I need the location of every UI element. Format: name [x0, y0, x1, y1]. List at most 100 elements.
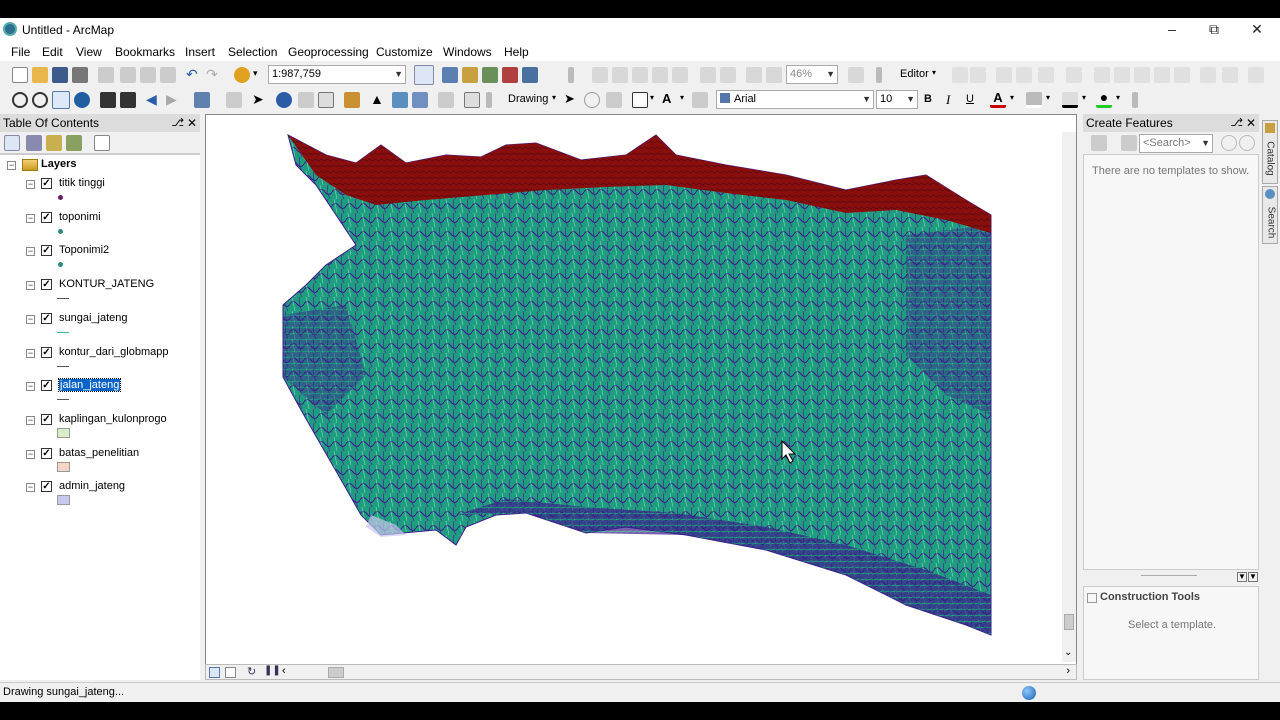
collapse-icon[interactable]: −: [26, 449, 35, 459]
trace-icon[interactable]: [1038, 67, 1054, 83]
menu-selection[interactable]: Selection: [228, 45, 277, 59]
layer-name[interactable]: toponimi: [59, 211, 101, 223]
layer-visibility-checkbox[interactable]: ✓: [41, 245, 52, 257]
layer-name[interactable]: jalan_jateng: [57, 378, 122, 393]
collapse-icon[interactable]: −: [26, 483, 35, 493]
rectangle-dropdown-icon[interactable]: ▾: [650, 93, 654, 102]
search-icon[interactable]: [1221, 135, 1237, 151]
close-button[interactable]: ✕: [1235, 18, 1279, 40]
layer-name[interactable]: kaplingan_kulonprogo: [59, 413, 167, 425]
select-elements-icon[interactable]: ➤: [252, 92, 268, 108]
list-by-selection-icon[interactable]: [66, 135, 82, 151]
layout-view-icon[interactable]: [225, 667, 236, 678]
vertical-scroll-thumb[interactable]: [1064, 614, 1074, 630]
table-of-contents-icon[interactable]: [442, 67, 458, 83]
edit-annotation-icon[interactable]: [970, 67, 986, 83]
line-color-icon[interactable]: [1062, 92, 1078, 108]
end-point-arc-icon[interactable]: [1016, 67, 1032, 83]
viewer-window-icon[interactable]: [464, 92, 480, 108]
zoom-in-icon[interactable]: [12, 92, 28, 108]
collapse-icon[interactable]: ▼: [1237, 572, 1247, 582]
go-forward-icon[interactable]: ▶: [166, 92, 182, 108]
polygon-symbol-icon[interactable]: [57, 495, 70, 506]
collapse-icon[interactable]: −: [26, 247, 35, 257]
html-popup-icon[interactable]: [318, 92, 334, 108]
fixed-zoom-in-icon[interactable]: [100, 92, 116, 108]
bold-button[interactable]: B: [924, 93, 932, 105]
fixed-zoom-out-icon[interactable]: [120, 92, 136, 108]
layer-row[interactable]: − ✓ batas_penelitian: [0, 445, 200, 479]
arctoolbox-icon[interactable]: [502, 67, 518, 83]
scroll-left-icon[interactable]: ‹: [282, 665, 286, 677]
menu-geoprocessing[interactable]: Geoprocessing: [288, 45, 369, 59]
layer-row[interactable]: − ✓ Toponimi2: [0, 242, 200, 276]
full-extent-layout-icon[interactable]: [652, 67, 668, 83]
drawing-dropdown-icon[interactable]: ▾: [552, 93, 556, 102]
editor-dropdown-icon[interactable]: ▾: [932, 68, 936, 77]
clear-selection-icon[interactable]: [226, 92, 242, 108]
delete-icon[interactable]: [160, 67, 176, 83]
scroll-right-icon[interactable]: ›: [1066, 665, 1070, 677]
go-back-icon[interactable]: ◀: [146, 92, 162, 108]
attributes-icon[interactable]: [1174, 67, 1190, 83]
select-features-icon[interactable]: [194, 92, 210, 108]
zoom-to-graphic-icon[interactable]: [606, 92, 622, 108]
menu-windows[interactable]: Windows: [443, 45, 492, 59]
collapse-icon[interactable]: −: [26, 180, 35, 189]
collapse-icon[interactable]: −: [26, 213, 35, 223]
vertical-scrollbar[interactable]: ⌄: [1062, 132, 1076, 662]
font-color-icon[interactable]: A: [990, 91, 1006, 108]
close-panel-icon[interactable]: ✕: [1246, 114, 1256, 132]
menu-help[interactable]: Help: [504, 45, 529, 59]
layer-row[interactable]: − ✓ admin_jateng: [0, 478, 200, 512]
layer-row[interactable]: − ✓ titik tinggi: [0, 175, 200, 209]
horizontal-scroll-thumb[interactable]: [328, 667, 344, 678]
zoom-width-icon[interactable]: [720, 67, 736, 83]
list-by-visibility-icon[interactable]: [46, 135, 62, 151]
collapse-icon[interactable]: −: [7, 161, 16, 170]
toggle-draft-mode-icon[interactable]: [848, 67, 864, 83]
collapse-icon[interactable]: −: [26, 415, 35, 425]
hyperlink-icon[interactable]: [298, 92, 314, 108]
layer-visibility-checkbox[interactable]: ✓: [41, 178, 52, 189]
fill-color-icon[interactable]: [1026, 92, 1042, 108]
pan-layout-icon[interactable]: [632, 67, 648, 83]
straight-segment-icon[interactable]: [996, 67, 1012, 83]
maximize-button[interactable]: ⧉: [1192, 18, 1236, 40]
rotate-icon[interactable]: [1154, 67, 1170, 83]
edit-tool-icon[interactable]: [952, 67, 968, 83]
layer-visibility-checkbox[interactable]: ✓: [41, 481, 52, 493]
layer-row[interactable]: − ✓ toponimi: [0, 209, 200, 243]
map-canvas[interactable]: [206, 115, 1077, 672]
save-icon[interactable]: [52, 67, 68, 83]
menu-bookmarks[interactable]: Bookmarks: [115, 45, 175, 59]
full-extent-icon[interactable]: [74, 92, 90, 108]
collapse-icon[interactable]: −: [26, 281, 35, 291]
layer-name[interactable]: batas_penelitian: [59, 447, 139, 459]
collapse-icon[interactable]: −: [26, 382, 35, 392]
search-window-icon[interactable]: [482, 67, 498, 83]
layer-row[interactable]: − ✓ KONTUR_JATENG: [0, 276, 200, 310]
drawing-menu[interactable]: Drawing: [508, 93, 548, 105]
new-document-icon[interactable]: [12, 67, 28, 83]
collapse-icon[interactable]: −: [26, 348, 35, 358]
identify-icon[interactable]: [276, 92, 292, 108]
search-tab[interactable]: Search: [1262, 186, 1278, 244]
menu-insert[interactable]: Insert: [185, 45, 215, 59]
layer-name[interactable]: titik tinggi: [59, 177, 105, 189]
find-icon[interactable]: ▲: [370, 92, 386, 108]
menu-file[interactable]: File: [11, 45, 30, 59]
layer-name[interactable]: kontur_dari_globmapp: [59, 346, 168, 358]
line-symbol-icon[interactable]: [57, 298, 69, 300]
cut-icon[interactable]: [98, 67, 114, 83]
minimize-button[interactable]: –: [1150, 18, 1194, 40]
line-symbol-icon[interactable]: [57, 331, 69, 333]
list-by-drawing-order-icon[interactable]: [4, 135, 20, 151]
layer-visibility-checkbox[interactable]: ✓: [41, 211, 52, 223]
layer-visibility-checkbox[interactable]: ✓: [41, 380, 52, 392]
scroll-down-icon[interactable]: ⌄: [1064, 647, 1072, 658]
layer-row[interactable]: − ✓ sungai_jateng: [0, 310, 200, 344]
pan-icon[interactable]: [52, 91, 70, 109]
menu-customize[interactable]: Customize: [376, 45, 433, 59]
editor-toolbar-icon[interactable]: [414, 65, 434, 85]
